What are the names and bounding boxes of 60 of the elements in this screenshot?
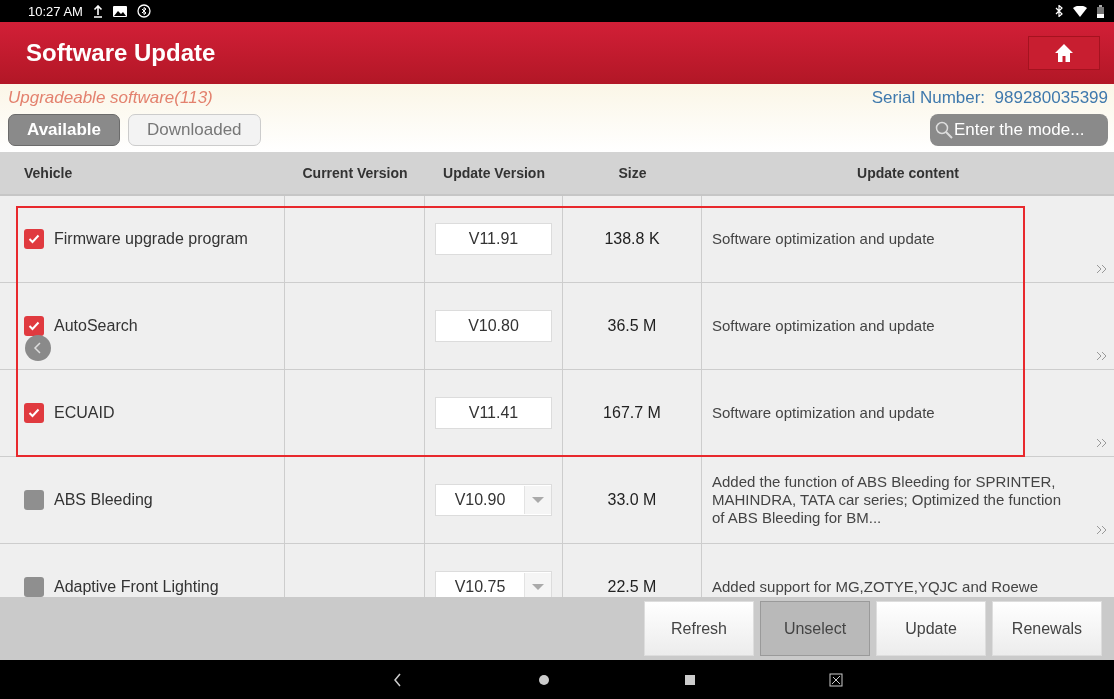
checkmark-icon xyxy=(28,234,40,244)
expand-icon[interactable] xyxy=(1096,264,1108,274)
expand-icon[interactable] xyxy=(1096,351,1108,361)
page-title: Software Update xyxy=(26,39,217,67)
caret-icon[interactable] xyxy=(524,486,551,514)
version-dropdown[interactable]: V10.90 xyxy=(435,484,552,516)
version-field[interactable]: V10.80 xyxy=(435,310,552,342)
column-header: Size xyxy=(617,164,648,183)
action-button[interactable]: Unselect xyxy=(760,601,870,656)
column-header: Vehicle xyxy=(23,164,74,183)
screenshot-icon[interactable] xyxy=(828,671,844,688)
action-button[interactable]: Renewals xyxy=(992,601,1102,656)
size-value: 33.0 M xyxy=(607,491,657,509)
column-header: Update content xyxy=(856,164,960,183)
upload-icon xyxy=(92,4,103,18)
checkbox[interactable] xyxy=(24,316,44,336)
size-value: 22.5 M xyxy=(607,578,657,596)
search-field[interactable]: Enter the mode... xyxy=(930,114,1108,146)
checkbox[interactable] xyxy=(24,577,44,597)
version-dropdown[interactable]: V10.75 xyxy=(435,571,552,597)
battery-icon xyxy=(1097,4,1104,18)
column-header: Current Version xyxy=(301,164,409,183)
bluetooth-icon xyxy=(1055,5,1063,17)
home-icon xyxy=(1054,43,1074,63)
bluetooth-circle-icon xyxy=(136,4,151,18)
status-time: 10:27 AM xyxy=(28,3,83,19)
upgradeable-count: Upgradeable software(113) xyxy=(8,88,213,108)
action-button[interactable]: Refresh xyxy=(644,601,754,656)
search-icon xyxy=(935,121,953,139)
checkbox[interactable] xyxy=(24,490,44,510)
serial-number: Serial Number: 989280035399 xyxy=(871,88,1108,108)
caret-icon[interactable] xyxy=(524,573,551,597)
update-content: Added the function of ABS Bleeding for SPRINTER, MAHINDRA, TATA car series; Optimized the function of ABS Bleeding for BM... xyxy=(712,473,1062,527)
image-icon xyxy=(112,5,127,17)
vehicle-name: ECUAID xyxy=(54,404,115,422)
vehicle-name: Firmware upgrade program xyxy=(54,230,248,248)
expand-icon[interactable] xyxy=(1096,438,1108,448)
floating-back-button[interactable] xyxy=(24,334,52,362)
update-content: Software optimization and update xyxy=(712,317,935,335)
wifi-icon xyxy=(1073,5,1087,17)
action-button[interactable]: Update xyxy=(876,601,986,656)
vehicle-name: AutoSearch xyxy=(54,317,138,335)
column-header: Update Version xyxy=(442,164,546,183)
size-value: 167.7 M xyxy=(603,404,661,422)
version-field[interactable]: V11.91 xyxy=(435,223,552,255)
size-value: 138.8 K xyxy=(604,230,660,248)
checkmark-icon xyxy=(28,408,40,418)
checkmark-icon xyxy=(28,321,40,331)
update-content: Software optimization and update xyxy=(712,404,935,422)
update-content: Added support for MG,ZOTYE,YQJC and Roewe xyxy=(712,578,1038,596)
size-value: 36.5 M xyxy=(607,317,657,335)
checkbox[interactable] xyxy=(24,403,44,423)
home-button[interactable] xyxy=(1028,36,1100,70)
tab[interactable]: Downloaded xyxy=(128,114,261,146)
checkbox[interactable] xyxy=(24,229,44,249)
update-content: Software optimization and update xyxy=(712,230,935,248)
version-field[interactable]: V11.41 xyxy=(435,397,552,429)
vehicle-name: ABS Bleeding xyxy=(54,491,153,509)
vehicle-name: Adaptive Front Lighting xyxy=(54,578,219,596)
expand-icon[interactable] xyxy=(1096,525,1108,535)
